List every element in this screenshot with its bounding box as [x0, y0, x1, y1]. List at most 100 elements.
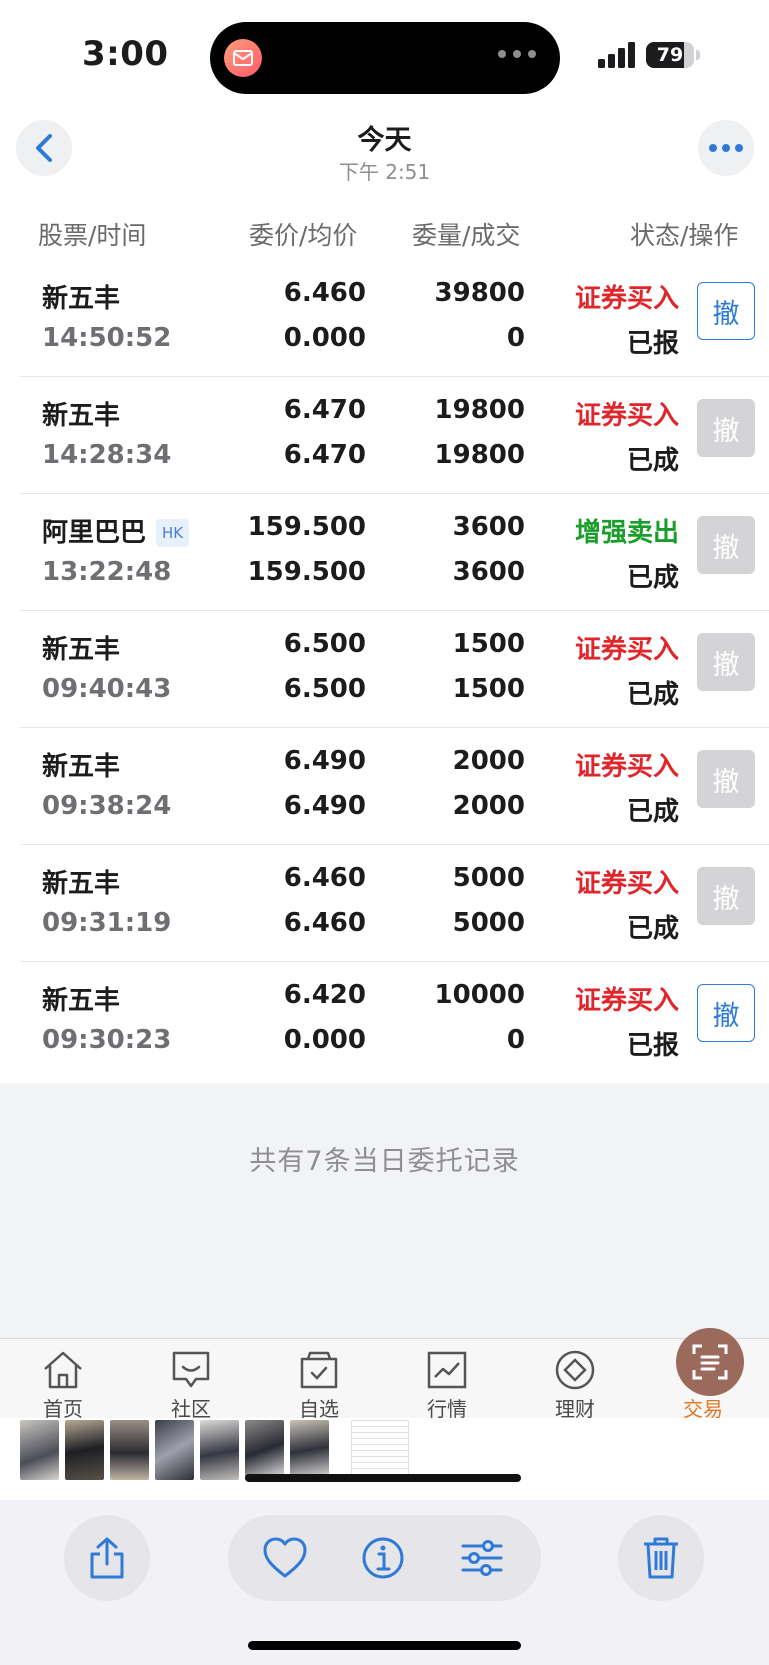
order-state: 已成: [626, 446, 679, 476]
order-action: 证券买入: [574, 284, 679, 314]
heart-icon[interactable]: [262, 1536, 308, 1580]
tab-market[interactable]: 行情: [402, 1349, 492, 1422]
tab-bar: 首页 社区 自选 行情 理财 交易: [0, 1338, 769, 1421]
cancel-button: 撤: [697, 867, 755, 925]
cancel-button[interactable]: 撤: [697, 282, 755, 340]
share-icon: [90, 1537, 124, 1579]
info-icon[interactable]: [361, 1536, 405, 1580]
sliders-icon[interactable]: [460, 1536, 504, 1580]
order-time: 09:31:19: [42, 908, 172, 938]
photo-thumbnail[interactable]: [65, 1420, 104, 1480]
order-time: 09:38:24: [42, 791, 172, 821]
home-indicator: [248, 1641, 521, 1650]
order-qty: 19800: [434, 395, 525, 425]
order-price: 6.460: [283, 278, 366, 308]
avg-price: 6.470: [283, 440, 366, 470]
photo-thumbnail[interactable]: [245, 1420, 284, 1480]
order-time: 09:40:43: [42, 674, 172, 704]
mail-icon: [224, 39, 262, 77]
photo-thumbnail[interactable]: [110, 1420, 149, 1480]
stock-name: 阿里巴巴 HK: [42, 512, 190, 549]
order-price: 6.470: [283, 395, 366, 425]
photo-thumbnail-strip[interactable]: [20, 1420, 409, 1482]
dynamic-island[interactable]: [210, 22, 560, 94]
photo-thumbnail-current[interactable]: [351, 1420, 409, 1480]
order-row[interactable]: 阿里巴巴 HK 13:22:48 159.500 159.500 3600 360…: [20, 494, 769, 611]
avg-price: 159.500: [247, 557, 366, 587]
order-row[interactable]: 新五丰 14:28:34 6.470 6.470 19800 19800 证券买…: [20, 377, 769, 494]
order-price: 6.500: [283, 629, 366, 659]
tab-community[interactable]: 社区: [146, 1349, 236, 1422]
stock-name: 新五丰: [42, 986, 121, 1016]
ellipsis-icon: [498, 50, 536, 58]
photo-thumbnail[interactable]: [200, 1420, 239, 1480]
cancel-button: 撤: [697, 516, 755, 574]
stock-name: 新五丰: [42, 284, 121, 314]
filled-qty: 3600: [452, 557, 525, 587]
photo-thumbnail[interactable]: [155, 1420, 194, 1480]
trash-icon: [644, 1537, 678, 1579]
more-button[interactable]: [698, 120, 754, 176]
order-action: 证券买入: [574, 401, 679, 431]
avg-price: 6.490: [283, 791, 366, 821]
scrubber[interactable]: [245, 1474, 521, 1482]
order-state: 已成: [626, 680, 679, 710]
order-action: 证券买入: [574, 752, 679, 782]
cancel-button: 撤: [697, 399, 755, 457]
avg-price: 6.460: [283, 908, 366, 938]
cancel-button: 撤: [697, 633, 755, 691]
cancel-button[interactable]: 撤: [697, 984, 755, 1042]
nav-bar: 今天 下午 2:51: [0, 110, 769, 190]
filled-qty: 0: [506, 323, 525, 353]
page-title: 今天: [357, 125, 412, 156]
order-row[interactable]: 新五丰 09:31:19 6.460 6.460 5000 5000 证券买入 …: [20, 845, 769, 962]
order-qty: 5000: [452, 863, 525, 893]
status-bar: 3:00 79: [0, 0, 769, 110]
scan-icon: [692, 1344, 728, 1380]
order-row[interactable]: 新五丰 09:38:24 6.490 6.490 2000 2000 证券买入 …: [20, 728, 769, 845]
order-price: 6.460: [283, 863, 366, 893]
order-row[interactable]: 新五丰 09:40:43 6.500 6.500 1500 1500 证券买入 …: [20, 611, 769, 728]
summary-area: 共有7条当日委托记录: [0, 1083, 769, 1338]
scan-button[interactable]: [676, 1328, 744, 1396]
battery-level: 79: [656, 44, 684, 66]
avg-price: 0.000: [283, 1025, 366, 1055]
order-price: 6.420: [283, 980, 366, 1010]
market-tag: HK: [156, 519, 190, 547]
order-state: 已成: [626, 797, 679, 827]
filled-qty: 0: [506, 1025, 525, 1055]
delete-button[interactable]: [618, 1515, 704, 1601]
order-row[interactable]: 新五丰 14:50:52 6.460 0.000 39800 0 证券买入 已报…: [20, 260, 769, 377]
tab-wealth[interactable]: 理财: [530, 1349, 620, 1422]
order-action: 增强卖出: [574, 518, 679, 548]
photo-thumbnail[interactable]: [290, 1420, 329, 1480]
order-qty: 3600: [452, 512, 525, 542]
ellipsis-icon: [709, 144, 743, 152]
page-subtitle: 下午 2:51: [338, 160, 431, 184]
order-state: 已成: [626, 563, 679, 593]
order-action: 证券买入: [574, 635, 679, 665]
order-state: 已报: [626, 1031, 679, 1061]
clock: 3:00: [82, 34, 169, 74]
tab-watchlist[interactable]: 自选: [274, 1349, 364, 1422]
filled-qty: 1500: [452, 674, 525, 704]
order-qty: 10000: [434, 980, 525, 1010]
order-price: 159.500: [247, 512, 366, 542]
signal-icon: [598, 42, 635, 68]
order-time: 13:22:48: [42, 557, 172, 587]
order-qty: 1500: [452, 629, 525, 659]
filled-qty: 19800: [434, 440, 525, 470]
diamond-icon: [555, 1350, 595, 1390]
filled-qty: 5000: [452, 908, 525, 938]
cancel-button: 撤: [697, 750, 755, 808]
tab-home[interactable]: 首页: [18, 1349, 108, 1422]
order-state: 已成: [626, 914, 679, 944]
share-button[interactable]: [64, 1515, 150, 1601]
table-header: 股票/时间 委价/均价 委量/成交 状态/操作: [0, 202, 769, 262]
order-row[interactable]: 新五丰 09:30:23 6.420 0.000 10000 0 证券买入 已报…: [20, 962, 769, 1079]
photo-thumbnail[interactable]: [20, 1420, 59, 1480]
order-time: 09:30:23: [42, 1025, 172, 1055]
column-price-avg: 委价/均价: [249, 221, 358, 250]
stock-name: 新五丰: [42, 869, 121, 899]
avg-price: 6.500: [283, 674, 366, 704]
